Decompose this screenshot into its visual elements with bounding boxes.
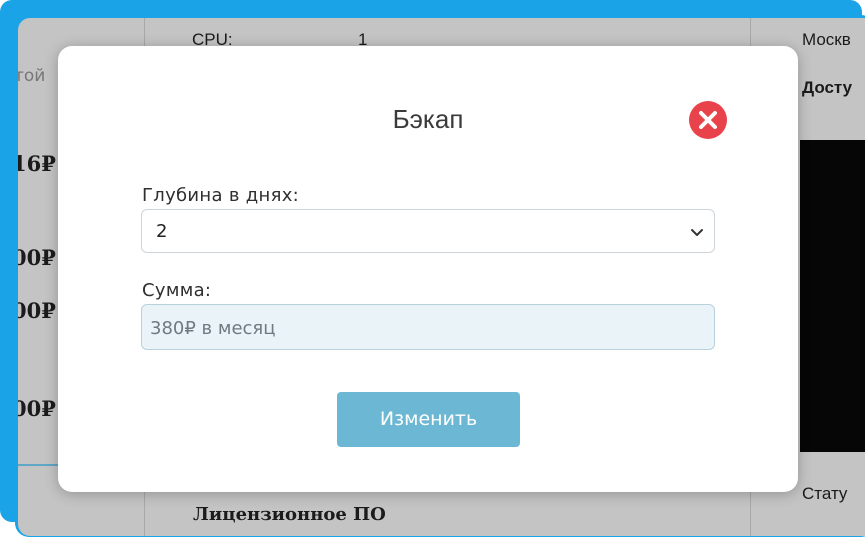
sum-field: 380₽ в месяц [141,304,715,350]
depth-select-value: 2 [156,221,168,242]
sum-label: Сумма: [142,280,212,301]
price-text: 00₽ [18,298,56,323]
depth-label: Глубина в днях: [142,185,300,206]
chevron-down-icon [691,229,703,236]
depth-select[interactable]: 2 [141,209,715,253]
close-x-icon [699,111,717,129]
close-button[interactable] [689,101,727,139]
backup-modal: Бэкап Глубина в днях: 2 Сумма: 380₽ в ме… [58,46,798,492]
modal-title: Бэкап [392,104,464,134]
console-preview [800,140,865,452]
sum-field-value: 380₽ в месяц [150,318,276,339]
location-text: Москв [802,30,851,49]
change-button[interactable]: Изменить [337,392,520,447]
price-text: 00₽ [18,245,56,270]
screen: CPU: 1 той 16₽ 00₽ 00₽ 00₽ Москв Досту С… [0,0,865,538]
left-text-fragment: той [18,66,46,86]
price-text: 00₽ [18,396,56,421]
access-label: Досту [802,78,853,97]
licensed-software-label: Лицензионное ПО [193,504,386,525]
status-label: Стату [802,484,848,503]
price-text: 16₽ [18,151,56,176]
